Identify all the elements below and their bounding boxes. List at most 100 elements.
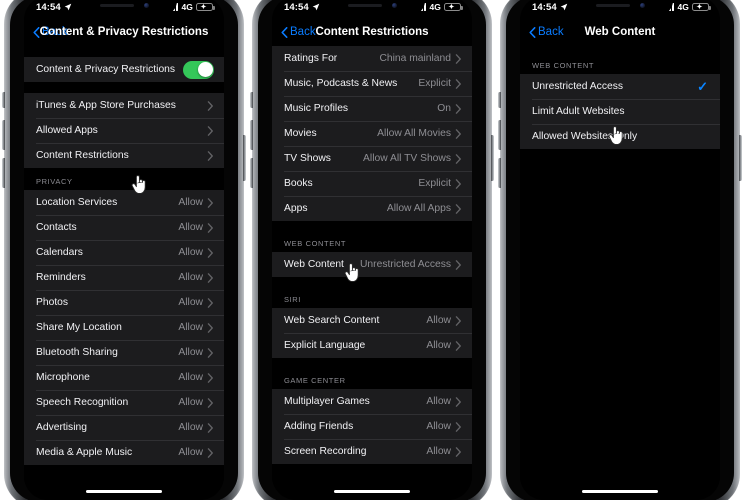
chevron-right-icon (455, 421, 461, 432)
three-phone-screenshot-strip: 14:54 4G ✦ Back Content & Privacy Restrictio… (0, 0, 744, 500)
chevron-right-icon (207, 150, 213, 161)
network-type-label: 4G (677, 2, 689, 12)
list-group: Web Content Unrestricted Access (272, 252, 472, 277)
list-row[interactable]: Movies Allow All Movies (272, 121, 472, 146)
list-row[interactable]: TV Shows Allow All TV Shows (272, 146, 472, 171)
back-button[interactable]: Back (280, 26, 332, 38)
list-row[interactable]: Apps Allow All Apps (272, 196, 472, 221)
earpiece-speaker-icon (99, 4, 134, 7)
home-indicator[interactable] (582, 490, 658, 493)
list-row[interactable]: Content & Privacy Restrictions (24, 57, 224, 82)
list-row[interactable]: Contacts Allow (24, 215, 224, 240)
phone-screen: 14:54 4G ✦ Back Content & Privacy Restrictio… (24, 0, 224, 500)
list-row[interactable]: Calendars Allow (24, 240, 224, 265)
list-row[interactable]: Explicit Language Allow (272, 333, 472, 358)
list-row[interactable]: Web Content Unrestricted Access (272, 252, 472, 277)
earpiece-speaker-icon (595, 4, 630, 7)
nav-bar: Back Content Restrictions (272, 18, 472, 46)
volume-up-button[interactable] (250, 120, 253, 150)
chevron-right-icon (207, 100, 213, 111)
list-row[interactable]: Photos Allow (24, 290, 224, 315)
volume-down-button[interactable] (2, 158, 5, 188)
phone-bezel: 14:54 4G ✦ Back Content & Privacy Restrictio… (10, 0, 238, 500)
section-gap (24, 46, 224, 57)
list-row[interactable]: Bluetooth Sharing Allow (24, 340, 224, 365)
chevron-right-icon (455, 315, 461, 326)
settings-list: WEB CONTENT Unrestricted Access ✓ Limit Adu… (520, 46, 720, 500)
list-row[interactable]: Multiplayer Games Allow (272, 389, 472, 414)
row-value: Allow (178, 347, 203, 358)
content-privacy-toggle[interactable] (183, 60, 214, 79)
row-label: Music Profiles (284, 103, 349, 114)
home-indicator[interactable] (86, 490, 162, 493)
row-label: Allowed Websites Only (532, 131, 638, 142)
chevron-right-icon (207, 297, 213, 308)
list-row[interactable]: Web Search Content Allow (272, 308, 472, 333)
mute-switch[interactable] (2, 92, 5, 108)
chevron-left-icon (33, 26, 40, 38)
list-row[interactable]: Ratings For China mainland (272, 46, 472, 71)
home-indicator[interactable] (334, 490, 410, 493)
row-value: Allow (426, 446, 451, 457)
list-row[interactable]: Books Explicit (272, 171, 472, 196)
volume-up-button[interactable] (498, 120, 501, 150)
front-camera-icon (639, 3, 645, 8)
chevron-right-icon (455, 78, 461, 89)
list-row[interactable]: Screen Recording Allow (272, 439, 472, 464)
front-camera-icon (143, 3, 149, 8)
status-time: 14:54 (36, 1, 61, 13)
list-row[interactable]: Share My Location Allow (24, 315, 224, 340)
list-row[interactable]: Allowed Apps (24, 118, 224, 143)
mute-switch[interactable] (498, 92, 501, 108)
power-button[interactable] (739, 135, 742, 181)
row-label: Allowed Apps (36, 125, 98, 136)
row-label: Calendars (36, 247, 83, 258)
chevron-right-icon (455, 103, 461, 114)
volume-down-button[interactable] (498, 158, 501, 188)
list-row[interactable]: iTunes & App Store Purchases (24, 93, 224, 118)
section-header: PRIVACY (24, 168, 224, 190)
row-value: Allow (178, 447, 203, 458)
list-row[interactable]: Media & Apple Music Allow (24, 440, 224, 465)
list-row[interactable]: Music Profiles On (272, 96, 472, 121)
chevron-right-icon (455, 340, 461, 351)
list-row[interactable]: Limit Adult Websites (520, 99, 720, 124)
list-row[interactable]: Advertising Allow (24, 415, 224, 440)
chevron-right-icon (207, 447, 213, 458)
phone-web-content: 14:54 4G ✦ Back Web Content WEB CONTENT Unrest… (496, 0, 744, 500)
row-label: Ratings For (284, 53, 338, 64)
section-gap (272, 277, 472, 286)
row-value: China mainland (379, 53, 451, 64)
list-row[interactable]: Content Restrictions (24, 143, 224, 168)
section-gap (24, 82, 224, 93)
list-group: Multiplayer Games Allow Adding Friends Allo… (272, 389, 472, 464)
phone-content-restrictions: 14:54 4G ✦ Back Content Restrictions Ratings … (248, 0, 496, 500)
list-row[interactable]: Unrestricted Access ✓ (520, 74, 720, 99)
list-row[interactable]: Microphone Allow (24, 365, 224, 390)
chevron-right-icon (207, 247, 213, 258)
back-button[interactable]: Back (528, 26, 580, 38)
row-label: Apps (284, 203, 308, 214)
power-button[interactable] (243, 135, 246, 181)
list-row[interactable]: Speech Recognition Allow (24, 390, 224, 415)
chevron-right-icon (455, 203, 461, 214)
list-row[interactable]: Music, Podcasts & News Explicit (272, 71, 472, 96)
row-value: Allow (426, 315, 451, 326)
list-row[interactable]: Reminders Allow (24, 265, 224, 290)
chevron-left-icon (529, 26, 536, 38)
mute-switch[interactable] (250, 92, 253, 108)
network-type-label: 4G (429, 2, 441, 12)
power-button[interactable] (491, 135, 494, 181)
row-value: Allow (178, 322, 203, 333)
chevron-right-icon (455, 53, 461, 64)
list-row[interactable]: Adding Friends Allow (272, 414, 472, 439)
network-type-label: 4G (181, 2, 193, 12)
volume-up-button[interactable] (2, 120, 5, 150)
list-row[interactable]: Location Services Allow (24, 190, 224, 215)
row-label: Books (284, 178, 313, 189)
list-row[interactable]: Allowed Websites Only (520, 124, 720, 149)
volume-down-button[interactable] (250, 158, 253, 188)
row-label: Movies (284, 128, 317, 139)
settings-list: Ratings For China mainland Music, Podcasts… (272, 46, 472, 500)
back-button[interactable]: Back (32, 26, 84, 38)
